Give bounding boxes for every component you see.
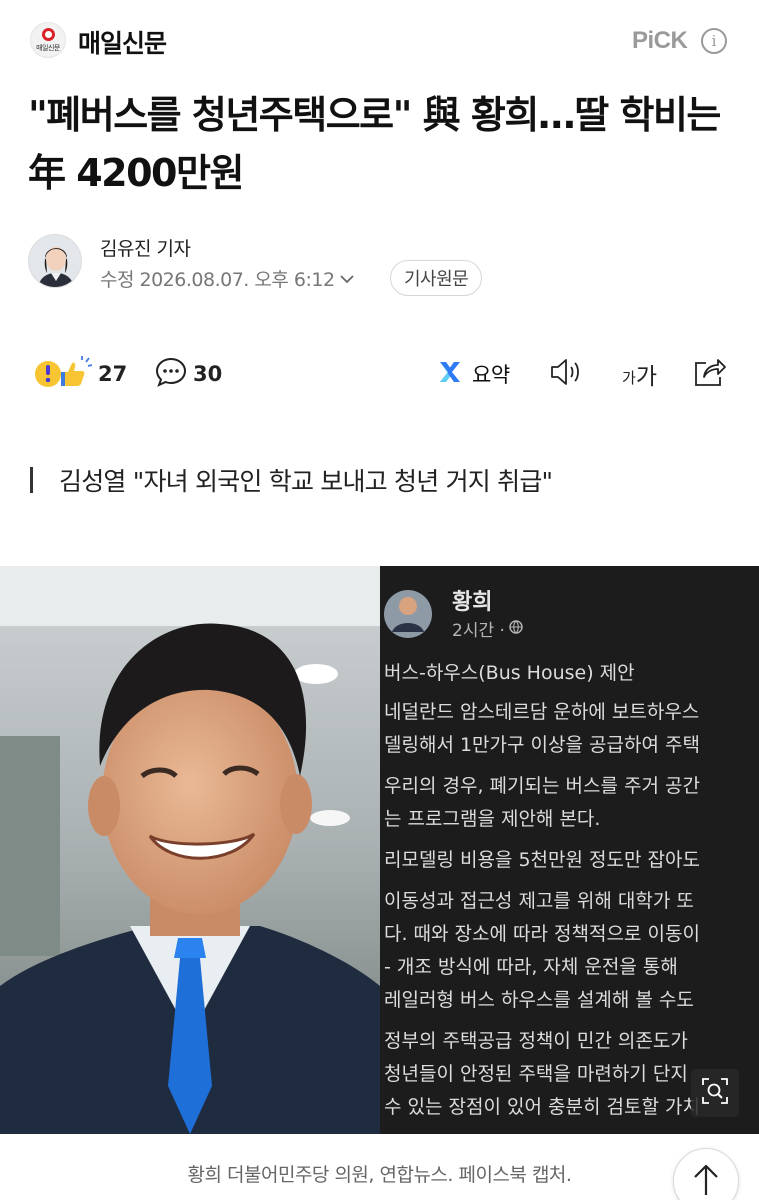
share-icon bbox=[692, 355, 728, 394]
comment-button[interactable]: 30 bbox=[154, 350, 222, 398]
press-header: 매일신문 매일신문 PiCK i bbox=[0, 0, 759, 80]
summary-icon bbox=[436, 358, 464, 391]
reaction-count: 27 bbox=[98, 362, 128, 386]
zoom-icon bbox=[700, 1076, 730, 1110]
post-line: 다. 때와 장소에 따라 정책적으로 이동이 bbox=[384, 923, 700, 945]
press-name[interactable]: 매일신문 bbox=[78, 24, 167, 60]
summary-label: 요약 bbox=[472, 363, 510, 387]
byline: 김유진 기자 수정 2026.08.07. 오후 6:12 기사원문 bbox=[28, 232, 728, 296]
chevron-down-icon[interactable] bbox=[339, 269, 355, 288]
summary-button[interactable]: 요약 bbox=[436, 350, 510, 398]
date-text: 수정 2026.08.07. 오후 6:12 bbox=[100, 269, 335, 291]
zoom-image-button[interactable] bbox=[691, 1069, 739, 1117]
article-toolbar: 27 30 요약 가 가 bbox=[0, 350, 759, 398]
article-headline: "폐버스를 청년주택으로" 與 황희…딸 학비는 年 4200만원 bbox=[28, 93, 721, 195]
font-size-button[interactable]: 가 가 bbox=[622, 350, 657, 398]
post-body: 버스-하우스(Bus House) 제안 네덜란드 암스테르담 운하에 보트하우… bbox=[384, 658, 756, 1125]
comment-count: 30 bbox=[193, 362, 223, 386]
article-subheading: 김성열 "자녀 외국인 학교 보내고 청년 거지 취급" bbox=[30, 460, 553, 500]
post-line: 이동성과 접근성 제고를 위해 대학가 또 bbox=[384, 890, 694, 912]
post-line: 는 프로그램을 제안해 본다. bbox=[384, 808, 601, 830]
photo-caption: 황희 더불어민주당 의원, 연합뉴스. 페이스북 캡처. bbox=[187, 1164, 572, 1186]
pick-badge[interactable]: PiCK bbox=[632, 27, 688, 55]
font-size-small-label: 가 bbox=[622, 368, 636, 387]
reporter-avatar[interactable] bbox=[28, 234, 82, 288]
reporter-name[interactable]: 김유진 기자 bbox=[100, 234, 191, 261]
article-photo[interactable]: 황희 2시간 · 버스-하우스(Bus House) 제안 네덜란드 암스테르담… bbox=[0, 566, 759, 1134]
press-logo-text: 매일신문 bbox=[36, 43, 60, 52]
font-size-large-label: 가 bbox=[635, 364, 657, 390]
post-line: 네덜란드 암스테르담 운하에 보트하우스 bbox=[384, 701, 700, 723]
post-line: - 개조 방식에 따라, 자체 운전을 통해 bbox=[384, 956, 678, 978]
text-to-speech-button[interactable] bbox=[548, 350, 584, 398]
post-line: 버스-하우스(Bus House) 제안 bbox=[384, 662, 635, 684]
post-line: 레일러형 버스 하우스를 설계해 볼 수도 bbox=[384, 989, 694, 1011]
reaction-button[interactable]: 27 bbox=[32, 350, 127, 398]
info-icon[interactable]: i bbox=[701, 28, 727, 54]
scroll-to-top-button[interactable] bbox=[673, 1148, 739, 1200]
post-author: 황희 bbox=[452, 590, 493, 615]
press-logo-mark bbox=[41, 27, 55, 41]
post-line: 리모델링 비용을 5천만원 정도만 잡아도 bbox=[384, 849, 700, 871]
speaker-icon bbox=[548, 356, 584, 393]
subheading-bar bbox=[30, 467, 33, 493]
post-line: 정부의 주택공급 정책이 민간 의존도가 bbox=[384, 1030, 688, 1052]
original-article-button[interactable]: 기사원문 bbox=[390, 260, 483, 296]
article-date[interactable]: 수정 2026.08.07. 오후 6:12 bbox=[100, 265, 355, 292]
share-button[interactable] bbox=[692, 350, 728, 398]
post-line: 우리의 경우, 폐기되는 버스를 주거 공간 bbox=[384, 775, 700, 797]
press-logo[interactable]: 매일신문 bbox=[30, 22, 66, 58]
subheading-text: 김성열 "자녀 외국인 학교 보내고 청년 거지 취급" bbox=[59, 467, 553, 496]
post-line: 델링해서 1만가구 이상을 공급하여 주택 bbox=[384, 734, 700, 756]
post-time-text: 2시간 · bbox=[452, 621, 505, 641]
globe-icon bbox=[509, 619, 523, 639]
reaction-icon bbox=[32, 354, 96, 394]
comment-icon bbox=[154, 355, 188, 394]
post-time: 2시간 · bbox=[452, 616, 523, 641]
arrow-up-icon bbox=[692, 1163, 720, 1200]
